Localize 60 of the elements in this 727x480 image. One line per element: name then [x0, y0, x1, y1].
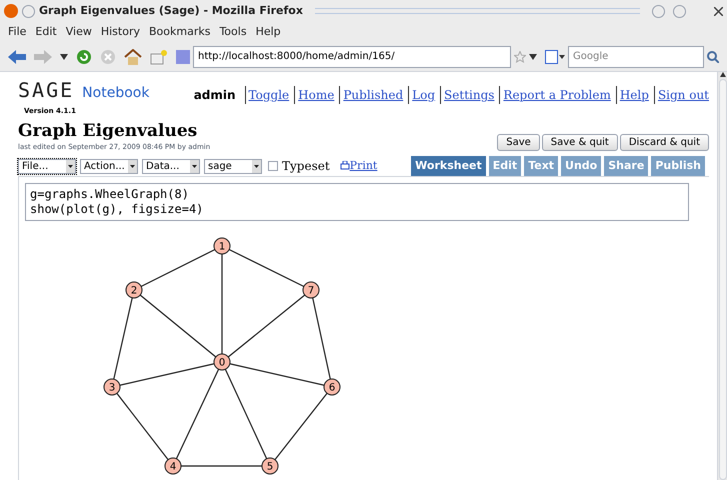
- nav-link[interactable]: Sign out: [654, 86, 709, 104]
- dropdown[interactable]: sage: [204, 158, 262, 174]
- graph-node: 4: [164, 458, 182, 475]
- menu-item[interactable]: Tools: [219, 24, 247, 40]
- username: admin: [194, 87, 236, 104]
- address-field[interactable]: http://localhost:8000/home/admin/165/: [193, 46, 511, 68]
- nav-link[interactable]: Home: [294, 86, 334, 104]
- search-field[interactable]: Google: [568, 46, 704, 68]
- graph-node: 7: [302, 282, 320, 299]
- close-icon[interactable]: [714, 6, 723, 16]
- star-icon[interactable]: [514, 50, 526, 62]
- window-menu-icon[interactable]: [22, 4, 35, 18]
- back-arrow-icon[interactable]: [8, 50, 26, 64]
- scrollbar[interactable]: [717, 72, 727, 480]
- graph-node: 1: [214, 238, 230, 255]
- code-line: g=graphs.WheelGraph(8): [30, 187, 190, 202]
- menu-item[interactable]: File: [8, 24, 26, 40]
- typeset-label: Typeset: [282, 158, 330, 176]
- graph-node: 3: [104, 378, 120, 396]
- maximize-icon[interactable]: [673, 4, 686, 18]
- nav-link[interactable]: Help: [616, 86, 649, 104]
- graph-node: 5: [262, 458, 278, 475]
- typeset-checkbox[interactable]: [268, 161, 278, 172]
- nav-link[interactable]: Settings: [440, 86, 494, 104]
- search-icon[interactable]: [707, 50, 719, 62]
- product-name: Notebook: [82, 84, 150, 103]
- site-icon: [176, 50, 190, 64]
- dropdown-icon[interactable]: [529, 54, 537, 60]
- menu-item[interactable]: Help: [256, 24, 281, 40]
- worksheet-button[interactable]: Save: [497, 134, 540, 152]
- nav-link[interactable]: Report a Problem: [499, 86, 611, 104]
- search-engine-icon[interactable]: [545, 50, 565, 64]
- window-title: Graph Eigenvalues (Sage) - Mozilla Firefox: [39, 2, 303, 19]
- graph-node: 2: [126, 282, 142, 299]
- worksheet-tab[interactable]: Worksheet: [411, 156, 486, 176]
- sage-logo: SAGE: [18, 80, 74, 100]
- dropdown[interactable]: Action...: [80, 158, 138, 174]
- worksheet-title: Graph Eigenvalues: [18, 120, 198, 142]
- graph-node: 6: [324, 378, 340, 396]
- minimize-icon[interactable]: [652, 4, 665, 18]
- menu-item[interactable]: View: [66, 24, 92, 40]
- dropdown[interactable]: Data...: [142, 158, 200, 174]
- code-input[interactable]: g=graphs.WheelGraph(8) show(plot(g), figsize=4): [25, 183, 689, 222]
- menu-item[interactable]: Bookmarks: [148, 24, 210, 40]
- browser-logo-icon: [4, 4, 18, 18]
- print-link[interactable]: Print: [340, 158, 378, 174]
- menu-item[interactable]: History: [100, 24, 140, 40]
- worksheet-button[interactable]: Discard & quit: [620, 134, 709, 152]
- graph-node: 0: [214, 354, 230, 371]
- worksheet-button[interactable]: Save & quit: [542, 134, 618, 152]
- printer-icon: [340, 161, 350, 172]
- code-line: show(plot(g), figsize=4): [30, 202, 204, 218]
- home-icon[interactable]: [124, 48, 142, 64]
- nav-link[interactable]: Log: [408, 86, 436, 104]
- reload-icon[interactable]: [76, 48, 92, 64]
- menu-item[interactable]: Edit: [35, 24, 57, 40]
- dropdown[interactable]: File...: [18, 158, 76, 174]
- nav-link[interactable]: Published: [339, 86, 404, 104]
- dropdown-icon[interactable]: [60, 54, 68, 60]
- nav-link[interactable]: Toggle: [244, 86, 290, 104]
